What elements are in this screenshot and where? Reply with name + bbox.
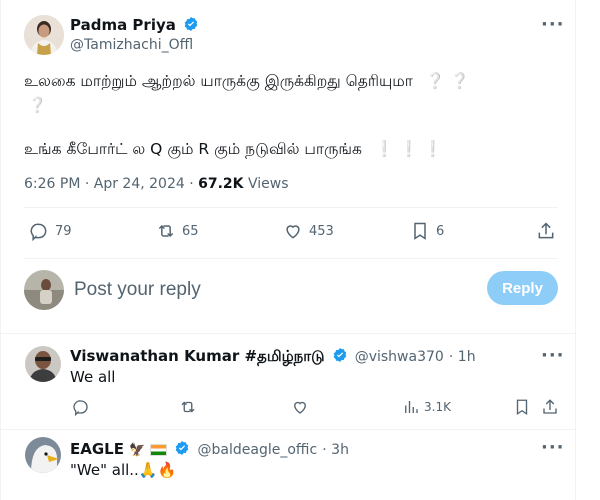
repost-icon bbox=[158, 224, 174, 238]
views-count: 67.2K bbox=[198, 176, 244, 192]
verified-badge-icon bbox=[333, 348, 346, 362]
reply-input[interactable] bbox=[72, 276, 456, 304]
reply-time[interactable]: 1h bbox=[458, 349, 476, 365]
reply-avatar[interactable] bbox=[25, 437, 61, 473]
reply-author-handle[interactable]: @vishwa370 bbox=[355, 349, 444, 365]
share-icon bbox=[543, 399, 557, 414]
tweet-text-line1: உலகை மாற்றும் ஆற்றல் யாருக்கு இருக்கிறது… bbox=[24, 72, 413, 90]
tweet-text-line2: உங்க கீபோர்ட் ல Q கும் R கும் நடுவில் பா… bbox=[24, 140, 362, 158]
views-chart-icon bbox=[405, 401, 418, 413]
share-action[interactable] bbox=[536, 221, 556, 241]
divider bbox=[0, 333, 576, 334]
reply-action[interactable] bbox=[72, 398, 90, 416]
like-count: 453 bbox=[309, 223, 334, 239]
author-avatar[interactable] bbox=[24, 15, 64, 55]
reply-count: 79 bbox=[55, 223, 72, 239]
verified-badge-icon bbox=[184, 17, 198, 31]
reply-icon bbox=[30, 223, 47, 241]
author-name[interactable]: Padma Priya bbox=[70, 16, 176, 34]
question-emoji-icon: ❔ bbox=[28, 96, 47, 114]
repost-icon bbox=[181, 401, 195, 413]
repost-count: 65 bbox=[182, 223, 199, 239]
reply-avatar[interactable] bbox=[25, 346, 61, 382]
bookmark-icon bbox=[414, 222, 426, 240]
views-action[interactable]: 3.1K bbox=[402, 398, 451, 416]
column-left-border bbox=[0, 0, 1, 500]
share-icon bbox=[538, 222, 554, 239]
exclamation-emoji-icon: ❕ bbox=[374, 140, 395, 158]
reply-button[interactable]: Reply bbox=[487, 271, 558, 305]
reply-action[interactable]: 79 bbox=[29, 221, 72, 241]
separator-dot: · bbox=[448, 349, 458, 365]
exclamation-emoji-icon: ❕ bbox=[399, 140, 419, 158]
bookmark-icon bbox=[516, 399, 528, 416]
reply-icon bbox=[73, 400, 88, 416]
reply-views-count: 3.1K bbox=[424, 400, 451, 414]
author-handle[interactable]: @Tamizhachi_Offl bbox=[70, 37, 193, 53]
divider bbox=[0, 429, 576, 430]
like-action[interactable]: 453 bbox=[283, 221, 334, 241]
reply-author-handle[interactable]: @baldeagle_offic bbox=[198, 442, 318, 458]
bookmark-count: 6 bbox=[436, 223, 445, 239]
repost-action[interactable] bbox=[179, 398, 197, 416]
question-emoji-icon: ❔ bbox=[425, 72, 446, 90]
verified-badge-icon bbox=[176, 441, 189, 455]
reply-text: "We" all..🙏🔥 bbox=[70, 461, 177, 479]
tweet-timestamp[interactable]: 6:26 PM · Apr 24, 2024 · 67.2K Views bbox=[24, 176, 288, 192]
repost-action[interactable]: 65 bbox=[156, 221, 199, 241]
share-action[interactable] bbox=[541, 398, 559, 416]
divider bbox=[24, 207, 558, 208]
user-avatar[interactable] bbox=[24, 270, 64, 310]
reply-time[interactable]: 3h bbox=[331, 442, 349, 458]
column-right-border bbox=[575, 0, 576, 500]
like-action[interactable] bbox=[291, 398, 309, 416]
separator-dot: · bbox=[322, 442, 332, 458]
bookmark-action[interactable]: 6 bbox=[410, 221, 444, 241]
reply-author-name[interactable]: EAGLE bbox=[70, 440, 124, 458]
tweet-time[interactable]: 6:26 PM · Apr 24, 2024 · bbox=[24, 176, 198, 192]
bookmark-action[interactable] bbox=[513, 398, 531, 416]
exclamation-emoji-icon: ❕ bbox=[423, 140, 443, 158]
divider bbox=[24, 258, 558, 259]
more-options-icon[interactable]: ··· bbox=[541, 14, 565, 35]
reply-author-name[interactable]: Viswanathan Kumar #தமிழ்நாடு bbox=[70, 347, 325, 365]
heart-icon bbox=[294, 401, 306, 414]
question-emoji-icon: ❔ bbox=[450, 72, 470, 90]
reply-text: We all bbox=[70, 368, 116, 386]
heart-icon bbox=[286, 225, 300, 239]
eagle-emoji-icon: 🦅 bbox=[129, 443, 146, 458]
india-flag-icon bbox=[150, 443, 168, 456]
views-label: Views bbox=[243, 176, 289, 192]
more-options-icon[interactable]: ··· bbox=[541, 345, 565, 366]
more-options-icon[interactable]: ··· bbox=[541, 437, 565, 458]
